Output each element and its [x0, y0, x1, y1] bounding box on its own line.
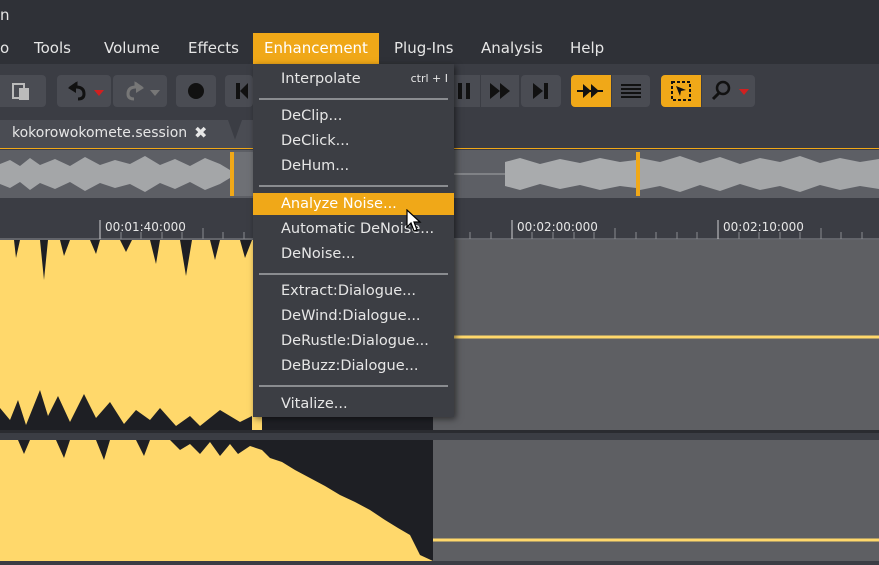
menu-item-label: DeNoise... [281, 246, 356, 262]
zoom-icon [711, 80, 749, 101]
scrub-icon [577, 84, 603, 98]
select-tool-icon [671, 81, 691, 101]
waveform-view-icon [621, 84, 641, 98]
menu-volume[interactable]: Volume [104, 33, 160, 64]
waveform-right [0, 440, 879, 561]
menu-item-label: DeClip... [281, 108, 343, 124]
menu-item-label: Vitalize... [281, 396, 348, 412]
waveform-view-button[interactable] [612, 75, 650, 107]
menu-item-label: DeRustle:Dialogue... [281, 333, 429, 349]
select-tool-button[interactable] [661, 75, 701, 107]
menu-bar: o Tools Volume Effects Enhancement Plug-… [0, 33, 879, 64]
skip-start-button[interactable] [225, 75, 253, 107]
menu-item-dewind-dialogue[interactable]: DeWind:Dialogue... [253, 305, 454, 327]
window-title: n [0, 6, 10, 24]
tab-session-label: kokorowokomete.session [12, 125, 188, 141]
paste-icon [12, 83, 29, 100]
menu-tools[interactable]: Tools [34, 33, 71, 64]
menu-separator [259, 185, 448, 187]
menu-item-denoise[interactable]: DeNoise... [253, 243, 454, 265]
menu-enhancement[interactable]: Enhancement [253, 33, 379, 64]
skip-end-icon [533, 83, 548, 99]
menu-item-label: DeClick... [281, 133, 350, 149]
fast-forward-icon [490, 83, 510, 99]
menu-item-dehum[interactable]: DeHum... [253, 155, 454, 177]
mouse-cursor-icon [406, 209, 422, 232]
menu-item-vitalize[interactable]: Vitalize... [253, 393, 454, 415]
menu-item-declick[interactable]: DeClick... [253, 130, 454, 152]
record-button[interactable] [176, 75, 216, 107]
menu-item-derustle-dialogue[interactable]: DeRustle:Dialogue... [253, 330, 454, 352]
ruler-label: 00:02:10:000 [723, 220, 804, 234]
menu-item-automatic-denoise[interactable]: Automatic DeNoise... [253, 218, 454, 240]
redo-button[interactable] [113, 75, 167, 107]
shortcut-label: ctrl + I [410, 72, 448, 85]
title-bar: n [0, 0, 879, 33]
menu-plugins[interactable]: Plug-Ins [394, 33, 453, 64]
ruler-label: 00:02:00:000 [517, 220, 598, 234]
menu-item-label: Interpolate [281, 71, 361, 87]
menu-item-interpolate[interactable]: Interpolate ctrl + I [253, 68, 454, 90]
menu-item-extract-dialogue[interactable]: Extract:Dialogue... [253, 280, 454, 302]
ruler-label: 00:01:40:000 [105, 220, 186, 234]
audio-track-right[interactable] [0, 440, 879, 561]
menu-item-label: DeHum... [281, 158, 350, 174]
menu-item-debuzz-dialogue[interactable]: DeBuzz:Dialogue... [253, 355, 454, 377]
fast-forward-button[interactable] [481, 75, 519, 107]
menu-separator [259, 98, 448, 100]
zoom-button[interactable] [702, 75, 755, 107]
menu-separator [259, 273, 448, 275]
menu-separator [259, 385, 448, 387]
menu-item-label: DeBuzz:Dialogue... [281, 358, 419, 374]
menu-item-label: DeWind:Dialogue... [281, 308, 421, 324]
undo-button[interactable] [57, 75, 111, 107]
menu-item-label: Analyze Noise... [281, 196, 397, 212]
menu-help[interactable]: Help [570, 33, 604, 64]
menu-item-label: Extract:Dialogue... [281, 283, 416, 299]
skip-end-button[interactable] [521, 75, 561, 107]
close-icon[interactable]: ✖ [194, 123, 207, 142]
scrub-button[interactable] [571, 75, 611, 107]
menu-item-declip[interactable]: DeClip... [253, 105, 454, 127]
menu-file[interactable]: o [0, 33, 9, 64]
paste-button[interactable] [0, 75, 46, 107]
undo-icon [68, 81, 104, 101]
tab-session[interactable]: kokorowokomete.session ✖ [0, 120, 238, 148]
skip-start-icon [236, 83, 248, 99]
enhancement-dropdown: Interpolate ctrl + I DeClip... DeClick..… [253, 64, 454, 417]
record-icon [188, 83, 204, 99]
menu-effects[interactable]: Effects [188, 33, 239, 64]
menu-item-analyze-noise[interactable]: Analyze Noise... [253, 193, 454, 215]
menu-analysis[interactable]: Analysis [481, 33, 543, 64]
redo-icon [126, 81, 160, 101]
